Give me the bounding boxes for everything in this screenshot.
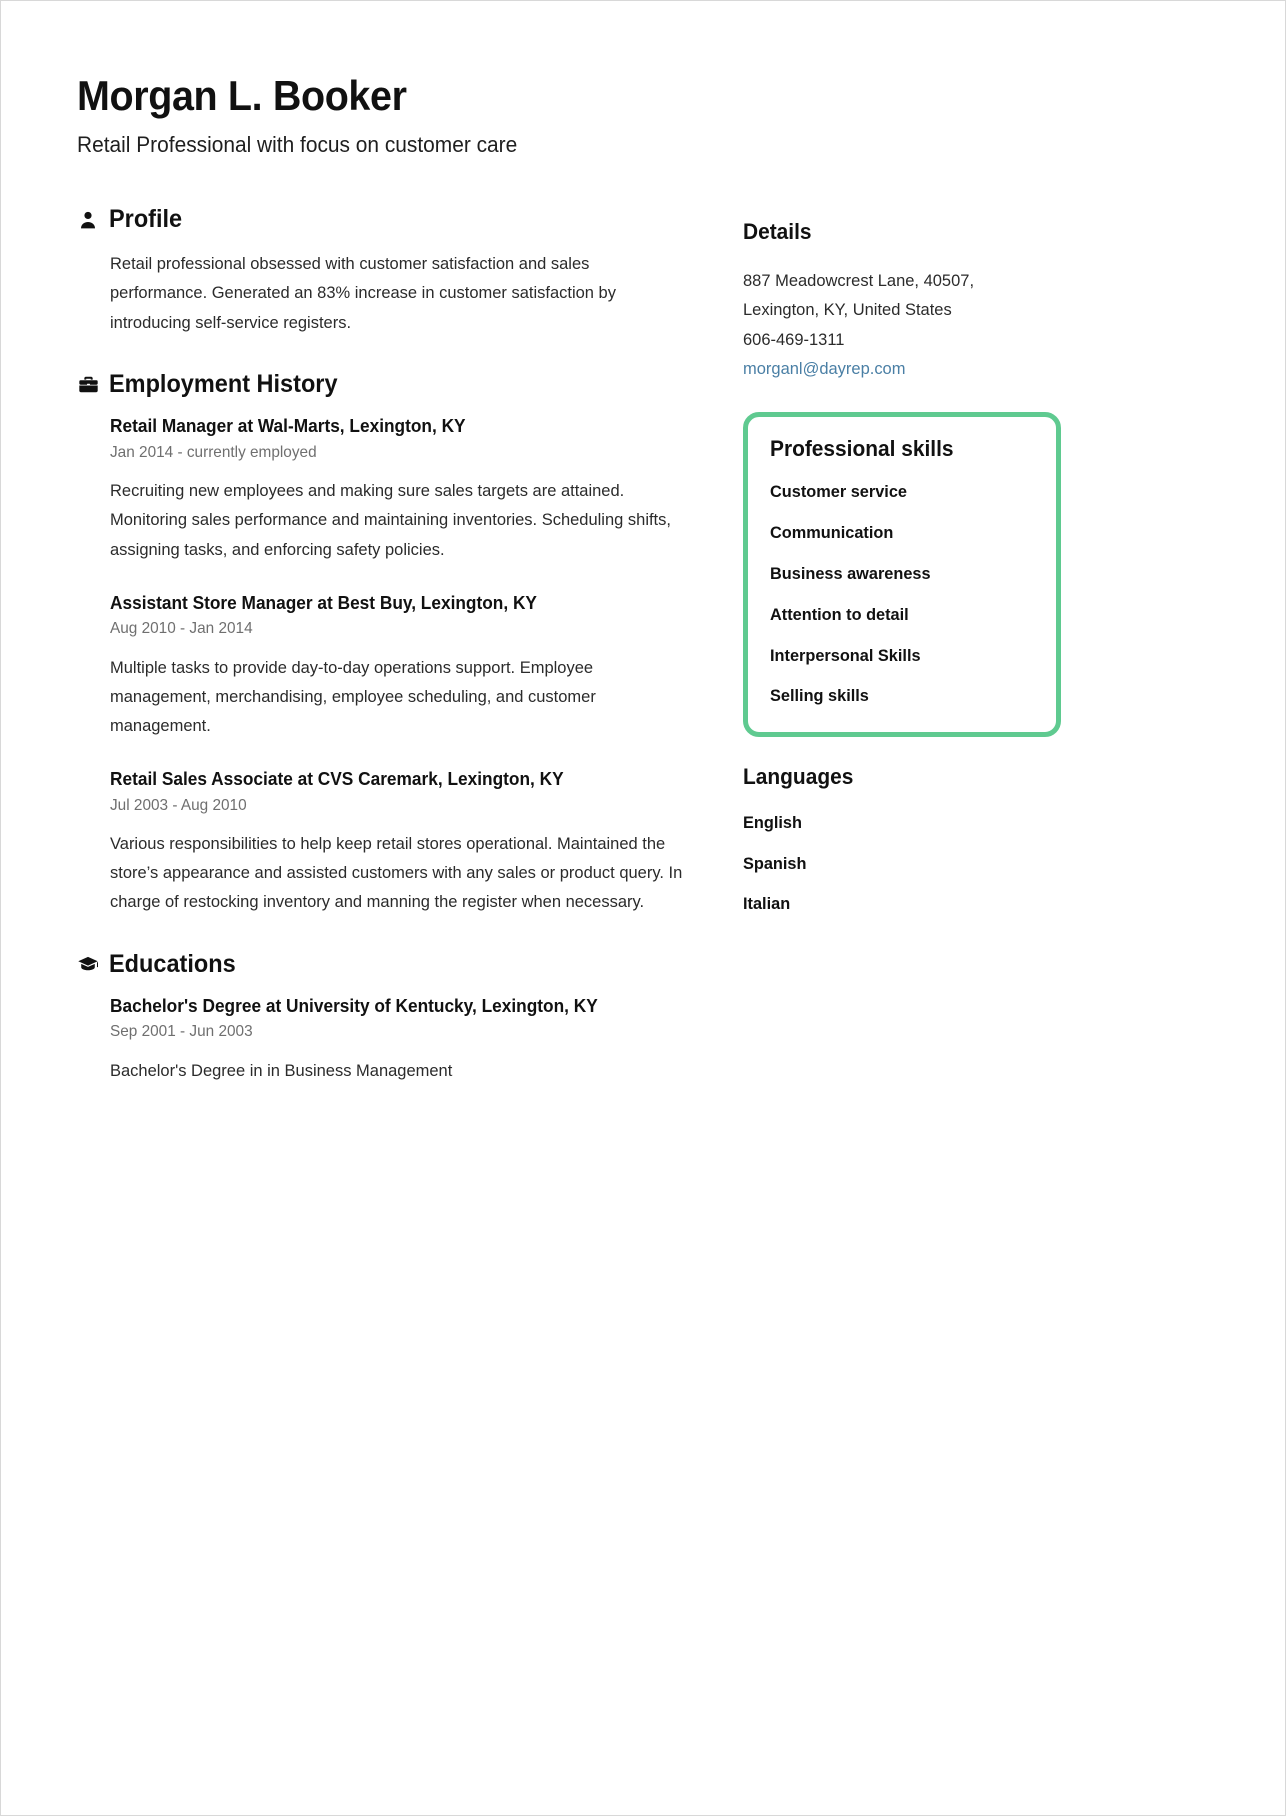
- address-line-1: 887 Meadowcrest Lane, 40507,: [743, 270, 975, 290]
- skill-item: Communication: [770, 522, 894, 542]
- employment-entry: Retail Manager at Wal-Marts, Lexington, …: [110, 414, 705, 563]
- employment-entry: Retail Sales Associate at CVS Caremark, …: [110, 767, 705, 916]
- resume-page: Morgan L. Booker Retail Professional wit…: [0, 0, 1286, 1816]
- job-title: Retail Sales Associate at CVS Caremark, …: [110, 769, 564, 790]
- skills-heading: Professional skills: [770, 435, 954, 461]
- language-item: English: [743, 812, 802, 832]
- employment-heading-row: Employment History: [77, 369, 705, 399]
- sidebar-column: Details 887 Meadowcrest Lane, 40507, Lex…: [743, 206, 1227, 917]
- job-description: Recruiting new employees and making sure…: [110, 481, 671, 559]
- job-description: Various responsibilities to help keep re…: [110, 833, 683, 912]
- skill-item: Attention to detail: [770, 604, 909, 624]
- profile-heading: Profile: [109, 204, 183, 233]
- degree-title: Bachelor's Degree at University of Kentu…: [110, 996, 598, 1017]
- language-item: Spanish: [743, 853, 807, 873]
- job-dates: Jan 2014 - currently employed: [110, 443, 317, 461]
- languages-section: Languages English Spanish Italian: [743, 765, 1227, 916]
- educations-body: Bachelor's Degree at University of Kentu…: [77, 994, 705, 1085]
- details-heading: Details: [743, 218, 812, 244]
- job-dates: Aug 2010 - Jan 2014: [110, 620, 253, 638]
- graduation-cap-icon: [77, 953, 99, 975]
- skill-item: Business awareness: [770, 563, 931, 583]
- education-entry: Bachelor's Degree at University of Kentu…: [110, 994, 705, 1085]
- job-dates: Jul 2003 - Aug 2010: [110, 796, 247, 814]
- job-title: Assistant Store Manager at Best Buy, Lex…: [110, 592, 537, 613]
- educations-heading: Educations: [109, 949, 236, 978]
- address-line-2: Lexington, KY, United States: [743, 300, 952, 320]
- degree-description: Bachelor's Degree in in Business Managem…: [110, 1060, 453, 1080]
- skill-item: Selling skills: [770, 686, 869, 706]
- employment-body: Retail Manager at Wal-Marts, Lexington, …: [77, 414, 705, 916]
- language-item: Italian: [743, 894, 791, 914]
- profile-text: Retail professional obsessed with custom…: [110, 254, 616, 332]
- educations-section: Educations Bachelor's Degree at Universi…: [77, 949, 705, 1085]
- profile-body: Retail professional obsessed with custom…: [77, 249, 705, 337]
- languages-heading: Languages: [743, 764, 854, 790]
- employment-entry: Assistant Store Manager at Best Buy, Lex…: [110, 591, 705, 740]
- employment-heading: Employment History: [109, 369, 338, 398]
- job-description: Multiple tasks to provide day-to-day ope…: [110, 657, 596, 735]
- main-column: Profile Retail professional obsessed wit…: [77, 204, 705, 1085]
- email-link[interactable]: morganl@dayrep.com: [743, 354, 1212, 383]
- briefcase-icon: [77, 374, 99, 396]
- professional-skills-box: Professional skills Customer service Com…: [743, 411, 1061, 738]
- profile-heading-row: Profile: [77, 204, 705, 234]
- phone-number: 606-469-1311: [743, 329, 845, 349]
- page-title: Morgan L. Booker: [77, 72, 407, 119]
- headline-subtitle: Retail Professional with focus on custom…: [77, 132, 518, 158]
- profile-section: Profile Retail professional obsessed wit…: [77, 204, 705, 337]
- educations-heading-row: Educations: [77, 949, 705, 979]
- degree-dates: Sep 2001 - Jun 2003: [110, 1023, 253, 1041]
- employment-section: Employment History Retail Manager at Wal…: [77, 369, 705, 917]
- job-title: Retail Manager at Wal-Marts, Lexington, …: [110, 416, 466, 437]
- skill-item: Customer service: [770, 481, 907, 501]
- details-section: Details 887 Meadowcrest Lane, 40507, Lex…: [743, 218, 1227, 384]
- skill-item: Interpersonal Skills: [770, 645, 921, 665]
- person-icon: [77, 209, 99, 231]
